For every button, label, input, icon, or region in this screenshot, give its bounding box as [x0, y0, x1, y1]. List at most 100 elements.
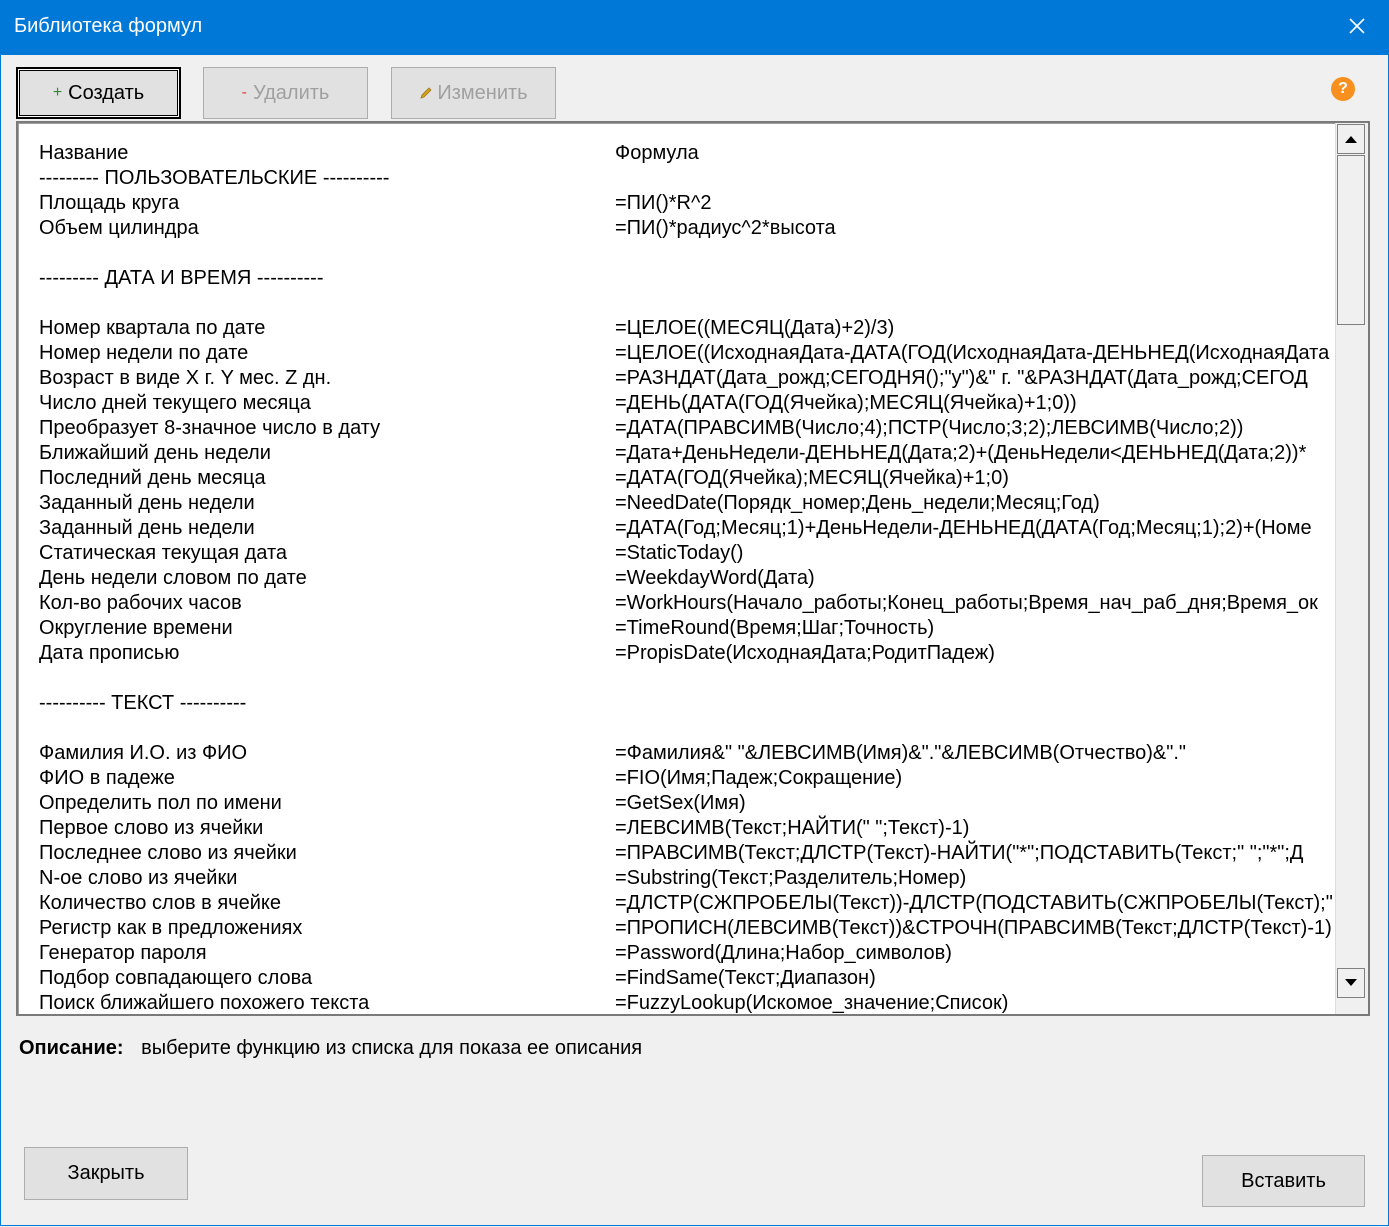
close-button[interactable]: Закрыть	[24, 1147, 188, 1200]
help-icon[interactable]: ?	[1331, 77, 1355, 101]
list-item-name: Кол-во рабочих часов	[39, 592, 242, 614]
list-item-name: Определить пол по имени	[39, 792, 282, 814]
list-item-name: Генератор пароля	[39, 942, 207, 964]
list-item[interactable]: Последнее слово из ячейки =ПРАВСИМВ(Текст…	[18, 841, 1340, 866]
list-item-formula: =FIO(Имя;Падеж;Сокращение)	[615, 767, 903, 789]
list-item-formula: =ЛЕВСИМВ(Текст;НАЙТИ(" ";Текст)-1)	[615, 817, 970, 839]
list-item-formula: =ПИ()*R^2	[615, 192, 712, 214]
formula-list-rows: Название Формула --------- ПОЛЬЗОВАТЕЛЬС…	[18, 123, 1340, 1014]
list-item-name: --------- ПОЛЬЗОВАТЕЛЬСКИЕ ----------	[39, 167, 390, 189]
formula-list[interactable]: Название Формула --------- ПОЛЬЗОВАТЕЛЬС…	[16, 121, 1370, 1016]
list-item[interactable]: Определить пол по имени =GetSex(Имя)	[18, 791, 1340, 816]
list-item[interactable]	[18, 291, 1340, 316]
window-title: Библиотека формул	[14, 15, 203, 37]
list-item[interactable]: Поиск ближайшего похожего текста =FuzzyLo…	[18, 991, 1340, 1014]
title-bar: Библиотека формул	[0, 0, 1389, 55]
list-item[interactable]: --------- ПОЛЬЗОВАТЕЛЬСКИЕ ----------	[18, 166, 1340, 191]
list-item[interactable]	[18, 241, 1340, 266]
create-button[interactable]: + Создать	[16, 67, 181, 119]
list-item[interactable]: ФИО в падеже =FIO(Имя;Падеж;Сокращение)	[18, 766, 1340, 791]
close-icon[interactable]	[1345, 14, 1369, 38]
scroll-thumb[interactable]	[1337, 155, 1365, 325]
list-item-formula: =ДАТА(ПРАВСИМВ(Число;4);ПСТР(Число;3;2);…	[615, 417, 1244, 439]
list-item[interactable]: Дата прописью =PropisDate(ИсходнаяДата;Ро…	[18, 641, 1340, 666]
list-header: Название Формула	[18, 141, 1340, 166]
list-item-name: Округление времени	[39, 617, 233, 639]
list-item-formula: =PropisDate(ИсходнаяДата;РодитПадеж)	[615, 642, 995, 664]
list-item-name: Площадь круга	[39, 192, 180, 214]
list-item-formula: =ДАТА(Год;Месяц;1)+ДеньНедели-ДЕНЬНЕД(ДА…	[615, 517, 1312, 539]
insert-button[interactable]: Вставить	[1202, 1155, 1365, 1207]
list-item[interactable]: Заданный день недели =NeedDate(Порядк_ном…	[18, 491, 1340, 516]
list-item-name: Фамилия И.О. из ФИО	[39, 742, 248, 764]
list-item-name: Возраст в виде X г. Y мес. Z дн.	[39, 367, 332, 389]
list-item[interactable]: Последний день месяца =ДАТА(ГОД(Ячейка);М…	[18, 466, 1340, 491]
list-item-formula: =NeedDate(Порядк_номер;День_недели;Месяц…	[615, 492, 1100, 514]
list-item-formula: =РАЗНДАТ(Дата_рожд;СЕГОДНЯ();"y")&" г. "…	[615, 367, 1308, 389]
list-item-formula: =GetSex(Имя)	[615, 792, 746, 814]
description: Описание: выберите функцию из списка для…	[19, 1037, 642, 1060]
list-item[interactable]: Ближайший день недели =Дата+ДеньНедели-ДЕ…	[18, 441, 1340, 466]
list-item-name: Ближайший день недели	[39, 442, 271, 464]
list-item[interactable]: Кол-во рабочих часов =WorkHours(Начало_ра…	[18, 591, 1340, 616]
arrow-up-icon	[1345, 136, 1357, 143]
list-item-formula: =WorkHours(Начало_работы;Конец_работы;Вр…	[615, 592, 1318, 614]
minus-icon: -	[241, 84, 247, 101]
list-item[interactable]: Фамилия И.О. из ФИО =Фамилия&" "&ЛЕВСИМВ(…	[18, 741, 1340, 766]
list-item[interactable]: Площадь круга =ПИ()*R^2	[18, 191, 1340, 216]
list-item-name: Номер квартала по дате	[39, 317, 266, 339]
list-item-name: Последнее слово из ячейки	[39, 842, 297, 864]
list-item-name: Поиск ближайшего похожего текста	[39, 992, 370, 1014]
list-item[interactable]: ---------- ТЕКСТ ----------	[18, 691, 1340, 716]
list-item[interactable]	[18, 666, 1340, 691]
close-button-label: Закрыть	[67, 1162, 145, 1184]
list-item-formula: =StaticToday()	[615, 542, 744, 564]
list-item-formula: =ДЛСТР(СЖПРОБЕЛЫ(Текст))-ДЛСТР(ПОДСТАВИТ…	[615, 892, 1333, 914]
list-item-name: Регистр как в предложениях	[39, 917, 303, 939]
list-item[interactable]: Регистр как в предложениях =ПРОПИСН(ЛЕВСИ…	[18, 916, 1340, 941]
list-item-formula: =ЦЕЛОЕ((ИсходнаяДата-ДАТА(ГОД(ИсходнаяДа…	[615, 342, 1330, 364]
list-item[interactable]: Номер квартала по дате =ЦЕЛОЕ((МЕСЯЦ(Дата…	[18, 316, 1340, 341]
help-icon-label: ?	[1338, 80, 1348, 97]
list-item[interactable]: Округление времени =TimeRound(Время;Шаг;Т…	[18, 616, 1340, 641]
list-item[interactable]: Генератор пароля =Password(Длина;Набор_си…	[18, 941, 1340, 966]
list-item-name: Подбор совпадающего слова	[39, 967, 313, 989]
list-item[interactable]: Количество слов в ячейке =ДЛСТР(СЖПРОБЕЛЫ…	[18, 891, 1340, 916]
list-item-formula: =Фамилия&" "&ЛЕВСИМВ(Имя)&"."&ЛЕВСИМВ(От…	[615, 742, 1187, 764]
list-item[interactable]: Число дней текущего месяца =ДЕНЬ(ДАТА(ГОД…	[18, 391, 1340, 416]
list-item[interactable]: Возраст в виде X г. Y мес. Z дн. =РАЗНДАТ…	[18, 366, 1340, 391]
list-item[interactable]: Номер недели по дате =ЦЕЛОЕ((ИсходнаяДата…	[18, 341, 1340, 366]
edit-button[interactable]: Изменить	[391, 67, 556, 119]
list-item-name: Статическая текущая дата	[39, 542, 288, 564]
list-item[interactable]: N-ое слово из ячейки =Substring(Текст;Раз…	[18, 866, 1340, 891]
list-item[interactable]: День недели словом по дате =WeekdayWord(Д…	[18, 566, 1340, 591]
list-item[interactable]	[18, 716, 1340, 741]
list-item-name: Объем цилиндра	[39, 217, 199, 239]
list-item-formula: =Substring(Текст;Разделитель;Номер)	[615, 867, 967, 889]
list-item-name: N-ое слово из ячейки	[39, 867, 238, 889]
list-item[interactable]: Преобразует 8-значное число в дату =ДАТА(…	[18, 416, 1340, 441]
header-name: Название	[39, 142, 129, 164]
scroll-down-button[interactable]	[1337, 968, 1365, 998]
list-item-name: Заданный день недели	[39, 517, 255, 539]
description-text: выберите функцию из списка для показа ее…	[141, 1037, 643, 1059]
description-label: Описание:	[19, 1037, 124, 1059]
insert-button-label: Вставить	[1241, 1169, 1326, 1192]
list-item-name: --------- ДАТА И ВРЕМЯ ----------	[39, 267, 324, 289]
list-item-name: Последний день месяца	[39, 467, 266, 489]
list-item[interactable]: Первое слово из ячейки =ЛЕВСИМВ(Текст;НАЙ…	[18, 816, 1340, 841]
list-item-formula: =ПРАВСИМВ(Текст;ДЛСТР(Текст)-НАЙТИ("*";П…	[615, 842, 1304, 864]
list-item[interactable]: Объем цилиндра =ПИ()*радиус^2*высота	[18, 216, 1340, 241]
scroll-up-button[interactable]	[1337, 124, 1365, 154]
list-item-name: Дата прописью	[39, 642, 180, 664]
list-item[interactable]: Подбор совпадающего слова =FindSame(Текст…	[18, 966, 1340, 991]
list-item-name: Количество слов в ячейке	[39, 892, 281, 914]
list-item[interactable]: --------- ДАТА И ВРЕМЯ ----------	[18, 266, 1340, 291]
delete-button[interactable]: - Удалить	[203, 67, 368, 119]
list-item[interactable]: Статическая текущая дата =StaticToday()	[18, 541, 1340, 566]
list-item[interactable]: Заданный день недели =ДАТА(Год;Месяц;1)+Д…	[18, 516, 1340, 541]
pencil-icon	[420, 87, 432, 99]
vertical-scrollbar[interactable]	[1335, 123, 1368, 1014]
create-button-label: Создать	[68, 81, 145, 104]
list-item-name: Заданный день недели	[39, 492, 255, 514]
